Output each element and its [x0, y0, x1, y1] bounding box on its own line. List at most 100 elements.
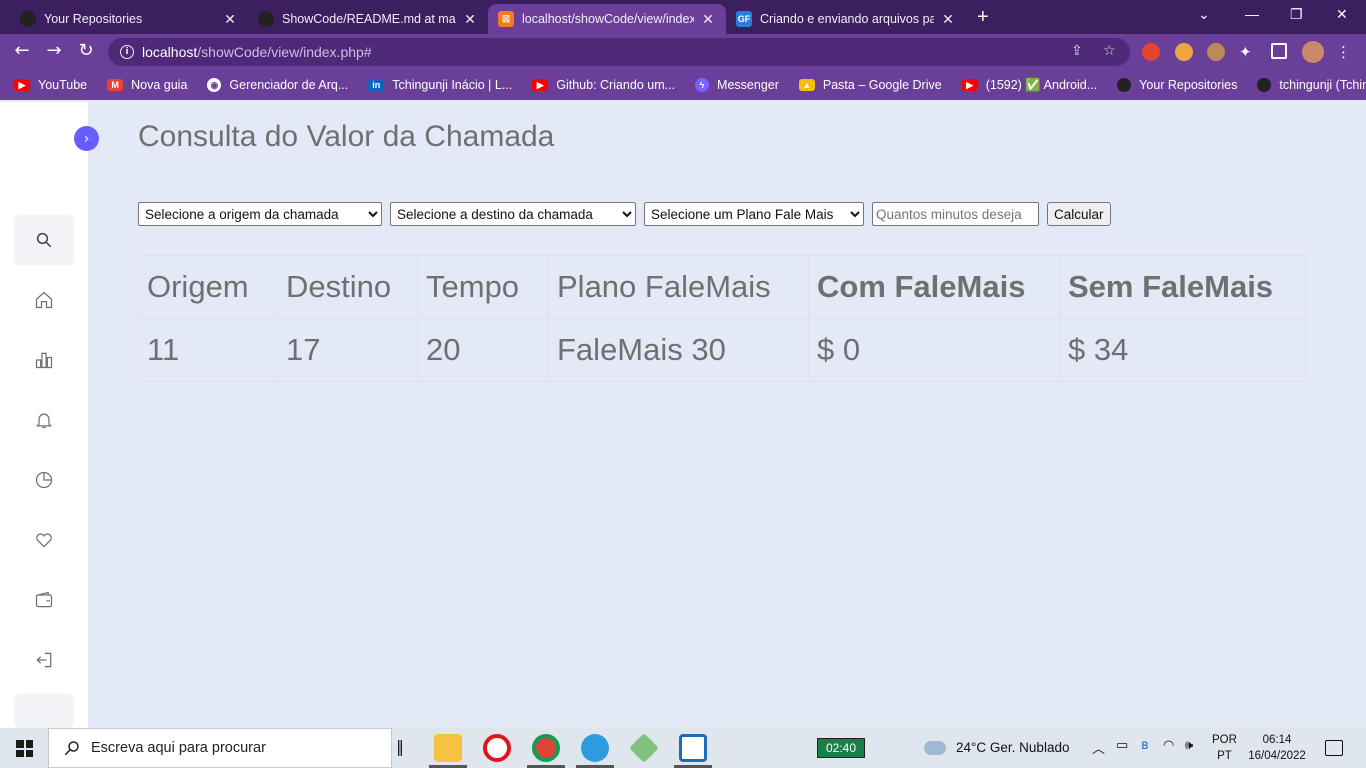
avatar[interactable] — [1302, 41, 1324, 63]
youtube-icon: ▶ — [532, 79, 549, 91]
cell-plano: FaleMais 30 — [548, 318, 809, 382]
wallet-icon[interactable] — [33, 589, 55, 611]
dark-mode-toggle[interactable] — [14, 694, 74, 728]
bookmark-linkedin[interactable]: in Tchingunji Inácio | L... — [368, 78, 512, 92]
app-icon[interactable] — [629, 733, 659, 763]
bell-icon[interactable] — [33, 409, 55, 431]
minimize-button[interactable]: — — [1245, 6, 1259, 22]
edge-icon[interactable] — [581, 734, 609, 762]
bookmark-github-video[interactable]: ▶ Github: Criando um... — [532, 78, 675, 92]
side-panel-icon[interactable] — [1271, 43, 1287, 59]
task-view-icon[interactable]: ‖ — [396, 737, 404, 756]
github-icon — [1117, 78, 1132, 92]
cell-tempo: 20 — [417, 318, 549, 382]
battery-icon[interactable]: ▭ — [1116, 738, 1128, 753]
calcular-button[interactable]: Calcular — [1047, 202, 1111, 226]
header-origem: Origem — [138, 255, 278, 319]
bookmark-drive[interactable]: ▲ Pasta – Google Drive — [798, 78, 942, 92]
tab-criando[interactable]: GF Criando e enviando arquivos para ✕ — [726, 4, 966, 34]
chrome-icon[interactable] — [532, 734, 560, 762]
file-explorer-icon[interactable] — [434, 734, 462, 762]
github-icon — [1257, 78, 1272, 92]
window-close-button[interactable]: ✕ — [1336, 6, 1348, 23]
page-title: Consulta do Valor da Chamada — [138, 120, 555, 153]
weather-widget[interactable]: 24°C Ger. Nublado — [924, 740, 1069, 755]
windows-start-icon[interactable] — [16, 740, 33, 757]
github-icon — [258, 11, 274, 27]
bookmark-nova-guia[interactable]: M Nova guia — [107, 78, 187, 92]
extension-c-icon[interactable] — [1142, 43, 1160, 61]
drive-icon: ▲ — [798, 79, 815, 91]
reload-button[interactable]: ↻ — [75, 40, 97, 61]
chevron-up-icon[interactable]: ︿ — [1092, 738, 1105, 757]
bookmark-label: Gerenciador de Arq... — [229, 78, 349, 92]
close-icon[interactable]: ✕ — [462, 11, 478, 28]
timer-widget[interactable]: 02:40 — [817, 738, 865, 758]
bookmark-youtube[interactable]: ▶ YouTube — [14, 78, 87, 92]
address-bar[interactable]: i localhost/showCode/view/index.php# ⇪ ☆ — [108, 38, 1130, 66]
sidebar-search[interactable] — [14, 215, 74, 265]
cloud-icon — [924, 740, 946, 755]
volume-icon[interactable]: 🕪 — [1185, 738, 1193, 753]
clock-time: 06:14 — [1262, 734, 1292, 746]
new-tab-button[interactable]: + — [977, 6, 989, 29]
github-icon — [20, 11, 36, 27]
url-host: localhost — [142, 44, 198, 60]
minutos-input[interactable] — [872, 202, 1039, 226]
destino-select[interactable]: Selecione a destino da chamada — [390, 202, 636, 226]
restore-button[interactable]: ❐ — [1290, 6, 1303, 23]
clock[interactable]: 06:14 16/04/2022 — [1246, 732, 1308, 764]
cell-com-falemais: $ 0 — [808, 318, 1060, 382]
bookmark-label: Nova guia — [131, 78, 188, 92]
sidebar — [0, 102, 88, 728]
youtube-icon: ▶ — [14, 79, 30, 91]
tab-localhost[interactable]: ☒ localhost/showCode/view/index.php# ✕ — [488, 4, 726, 34]
close-icon[interactable]: ✕ — [700, 11, 716, 28]
pie-chart-icon[interactable] — [33, 469, 55, 491]
opera-icon[interactable] — [483, 734, 511, 762]
chevron-down-icon[interactable]: ⌄ — [1198, 6, 1210, 23]
back-button[interactable]: ← — [11, 40, 33, 61]
share-icon[interactable]: ⇪ — [1071, 43, 1083, 59]
notification-icon[interactable] — [1325, 740, 1343, 756]
sidebar-toggle-button[interactable]: › — [74, 126, 99, 151]
home-icon[interactable] — [33, 289, 55, 311]
bookmark-tchingunji[interactable]: tchingunji (Tchingu... — [1257, 78, 1366, 92]
bookmark-label: (1592) ✅ Android... — [985, 77, 1098, 92]
bookmark-label: Github: Criando um... — [556, 78, 676, 92]
bookmark-your-repositories[interactable]: Your Repositories — [1117, 78, 1237, 92]
bookmark-gerenciador[interactable]: ◉ Gerenciador de Arq... — [207, 78, 348, 92]
bar-chart-icon[interactable] — [33, 349, 55, 371]
close-icon[interactable]: ✕ — [940, 11, 956, 28]
app-icon[interactable] — [679, 734, 707, 762]
header-sem-falemais: Sem FaleMais — [1059, 255, 1306, 319]
header-tempo: Tempo — [417, 255, 549, 319]
plano-select[interactable]: Selecione um Plano Fale Mais — [644, 202, 864, 226]
forward-button[interactable]: → — [43, 40, 65, 61]
clock-date: 16/04/2022 — [1248, 750, 1306, 762]
info-icon[interactable]: i — [120, 45, 134, 59]
close-icon[interactable]: ✕ — [222, 11, 238, 28]
menu-icon[interactable]: ⋮ — [1336, 43, 1354, 61]
bookmark-label: Your Repositories — [1139, 78, 1238, 92]
taskbar-search[interactable]: Escreva aqui para procurar — [48, 728, 392, 768]
puzzle-icon[interactable]: ✦ — [1239, 43, 1257, 61]
globe-icon: ◉ — [207, 78, 222, 92]
origem-select[interactable]: Selecione a origem da chamada — [138, 202, 382, 226]
star-icon[interactable]: ☆ — [1103, 43, 1116, 59]
tab-readme[interactable]: ShowCode/README.md at main ✕ — [248, 4, 488, 34]
xampp-icon: ☒ — [498, 11, 514, 27]
result-table: Origem Destino Tempo Plano FaleMais Com … — [138, 255, 1306, 382]
language-indicator[interactable]: POR PT — [1212, 732, 1237, 764]
extension-icon[interactable] — [1207, 43, 1225, 61]
logout-icon[interactable] — [33, 649, 55, 671]
bookmark-android[interactable]: ▶ (1592) ✅ Android... — [961, 77, 1098, 93]
wifi-icon[interactable]: ◠ — [1163, 738, 1174, 753]
extension-icon[interactable] — [1175, 43, 1193, 61]
bluetooth-icon[interactable]: ʙ — [1141, 738, 1149, 753]
bookmark-messenger[interactable]: ϟ Messenger — [695, 78, 779, 92]
tab-your-repositories[interactable]: Your Repositories ✕ — [10, 4, 248, 34]
heart-icon[interactable] — [33, 529, 55, 551]
url-text: localhost/showCode/view/index.php# — [142, 44, 372, 60]
bookmarks-bar: ▶ YouTube M Nova guia ◉ Gerenciador de Arq.… — [0, 70, 1366, 100]
